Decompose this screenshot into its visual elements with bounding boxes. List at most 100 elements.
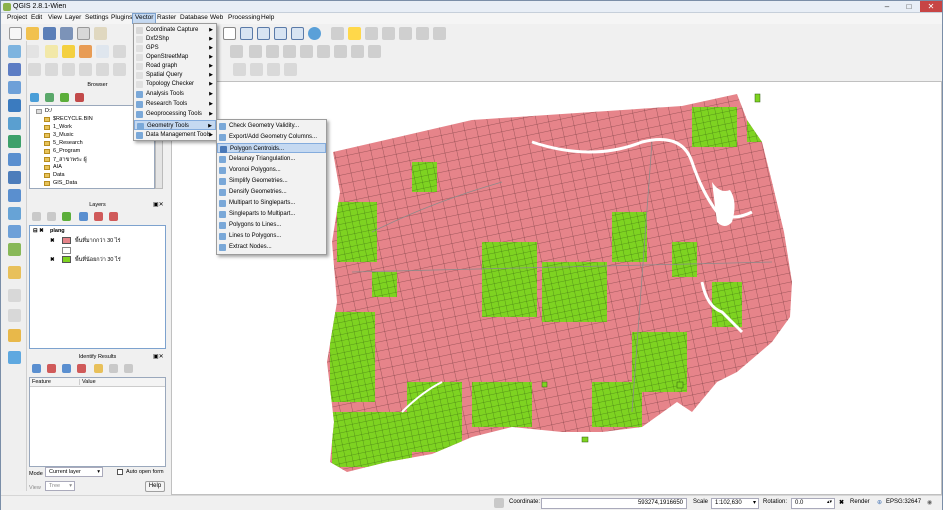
deselect-icon[interactable]	[382, 27, 395, 40]
auto-open-form-checkbox[interactable]	[117, 469, 123, 475]
plugin-tool-icon[interactable]	[8, 329, 21, 342]
new-print-composer-icon[interactable]	[77, 27, 90, 40]
rotate-icon[interactable]	[284, 63, 297, 76]
add-feature-icon[interactable]	[283, 45, 296, 58]
menu-item-delaunay[interactable]: Delaunay Triangulation...	[217, 154, 326, 164]
menu-item-polygons-to-lines[interactable]: Polygons to Lines...	[217, 220, 326, 230]
crs-globe-icon[interactable]: ⊕	[877, 499, 882, 506]
print-icon[interactable]	[124, 364, 133, 373]
menu-item-simplify[interactable]: Simplify Geometries...	[217, 176, 326, 186]
epsg-label[interactable]: EPSG:32647	[886, 499, 921, 505]
tree-item[interactable]: 3_Music	[53, 132, 73, 138]
menu-layer[interactable]: Layer	[63, 14, 83, 21]
menu-item-data-management-tools[interactable]: Data Management Tools ▶	[134, 130, 216, 140]
add-wms-layer-icon[interactable]	[8, 153, 21, 166]
menu-item-analysis-tools[interactable]: Analysis Tools ▶	[134, 89, 216, 99]
identify-icon[interactable]	[331, 27, 344, 40]
tree-item[interactable]: GIS_Data	[53, 180, 77, 186]
move-feature-icon[interactable]	[266, 45, 279, 58]
column-value[interactable]: Value	[79, 379, 96, 385]
undo-icon[interactable]	[28, 63, 41, 76]
tree-item[interactable]: 7_สาขาพระ ผู้	[53, 156, 87, 164]
menu-settings[interactable]: Settings	[83, 14, 111, 21]
add-spatialite-layer-icon[interactable]	[8, 99, 21, 112]
python-console-icon[interactable]	[8, 351, 21, 364]
clear-results-icon[interactable]	[77, 364, 86, 373]
messages-icon[interactable]: ◉	[927, 499, 932, 506]
add-delimited-text-icon[interactable]	[8, 207, 21, 220]
menu-item-multipart[interactable]: Multipart to Singleparts...	[217, 198, 326, 208]
bookmark-icon[interactable]	[433, 27, 446, 40]
menu-item-geometry-tools[interactable]: Geometry Tools ▶	[134, 120, 216, 130]
gps-tool-icon[interactable]	[8, 289, 21, 302]
offset-curve-icon[interactable]	[250, 63, 263, 76]
expand-new-icon[interactable]	[62, 364, 71, 373]
zoom-full-icon[interactable]	[274, 27, 287, 40]
add-wcs-layer-icon[interactable]	[8, 171, 21, 184]
layer-group-expand-icon[interactable]: ⊟ ✖	[33, 228, 44, 234]
panel-float-icon[interactable]: ▣✕	[153, 201, 164, 208]
menu-processing[interactable]: Processing	[226, 14, 262, 21]
delete-ring-icon[interactable]	[113, 63, 126, 76]
add-vector-layer-icon[interactable]	[8, 45, 21, 58]
digitize-icon[interactable]	[230, 45, 243, 58]
expand-tree-icon[interactable]	[32, 364, 41, 373]
identify-float-icon[interactable]: ▣✕	[153, 353, 164, 360]
remove-layer-icon[interactable]	[109, 212, 118, 221]
layer-style-icon[interactable]	[32, 212, 41, 221]
highlight-icon[interactable]	[109, 364, 118, 373]
tree-item[interactable]: AIA	[53, 164, 62, 170]
cut-icon[interactable]	[317, 45, 330, 58]
menu-item-geoprocessing-tools[interactable]: Geoprocessing Tools ▶	[134, 109, 216, 119]
attribute-table-icon[interactable]	[399, 27, 412, 40]
menu-item-research-tools[interactable]: Research Tools ▶	[134, 99, 216, 109]
map-tips-icon[interactable]	[416, 27, 429, 40]
add-postgis-layer-icon[interactable]	[8, 81, 21, 94]
add-virtual-layer-icon[interactable]	[8, 225, 21, 238]
menu-item-singleparts[interactable]: Singleparts to Multipart...	[217, 209, 326, 219]
redo-icon[interactable]	[45, 63, 58, 76]
layer-visible-check-icon[interactable]: ✖	[50, 257, 55, 263]
column-feature[interactable]: Feature	[32, 379, 51, 385]
menu-item-export-geometry[interactable]: Export/Add Geometry Columns...	[217, 132, 326, 142]
menu-item-lines-to-polygons[interactable]: Lines to Polygons...	[217, 231, 326, 241]
pan-map-icon[interactable]	[223, 27, 236, 40]
tree-item[interactable]: 6_Program	[53, 148, 80, 154]
view-select[interactable]: Tree ▾	[45, 481, 75, 491]
scissors-icon[interactable]	[368, 45, 381, 58]
label-tool-icon[interactable]	[45, 45, 58, 58]
select-feature-icon[interactable]	[365, 27, 378, 40]
tree-item[interactable]: 5_Research	[53, 140, 83, 146]
refresh-icon[interactable]	[308, 27, 321, 40]
open-project-icon[interactable]	[26, 27, 39, 40]
layer-group-name[interactable]: plang	[50, 228, 65, 234]
new-project-icon[interactable]	[9, 27, 22, 40]
browser-collapse-icon[interactable]	[75, 93, 84, 102]
measure-icon[interactable]	[348, 27, 361, 40]
tree-item[interactable]: Data	[53, 172, 65, 178]
layer-filter-icon[interactable]	[62, 212, 71, 221]
new-shapefile-icon[interactable]	[8, 243, 21, 256]
menu-database[interactable]: Database	[178, 14, 210, 21]
zoom-out-icon[interactable]	[257, 27, 270, 40]
menu-view[interactable]: View	[46, 14, 64, 21]
save-as-icon[interactable]	[60, 27, 73, 40]
composer-manager-icon[interactable]	[94, 27, 107, 40]
rotation-spinbox[interactable]: 0.0 ▴▾	[791, 498, 835, 509]
add-ring-icon[interactable]	[79, 63, 92, 76]
paste-icon[interactable]	[351, 45, 364, 58]
layer-visibility-icon[interactable]	[47, 212, 56, 221]
close-button[interactable]: ✕	[920, 1, 942, 12]
tree-item[interactable]: 1_Work	[53, 124, 72, 130]
add-mssql-layer-icon[interactable]	[8, 117, 21, 130]
menu-item-polygon-centroids[interactable]: Polygon Centroids...	[217, 143, 326, 153]
zoom-in-icon[interactable]	[240, 27, 253, 40]
label-abc-icon[interactable]	[79, 45, 92, 58]
settings-gear-icon[interactable]	[26, 45, 39, 58]
tree-item[interactable]: $RECYCLE.BIN	[53, 116, 93, 122]
delete-feature-icon[interactable]	[300, 45, 313, 58]
grid-icon[interactable]	[113, 45, 126, 58]
browser-add-icon[interactable]	[45, 93, 54, 102]
menu-help[interactable]: Help	[259, 14, 276, 21]
collapse-tree-icon[interactable]	[47, 364, 56, 373]
